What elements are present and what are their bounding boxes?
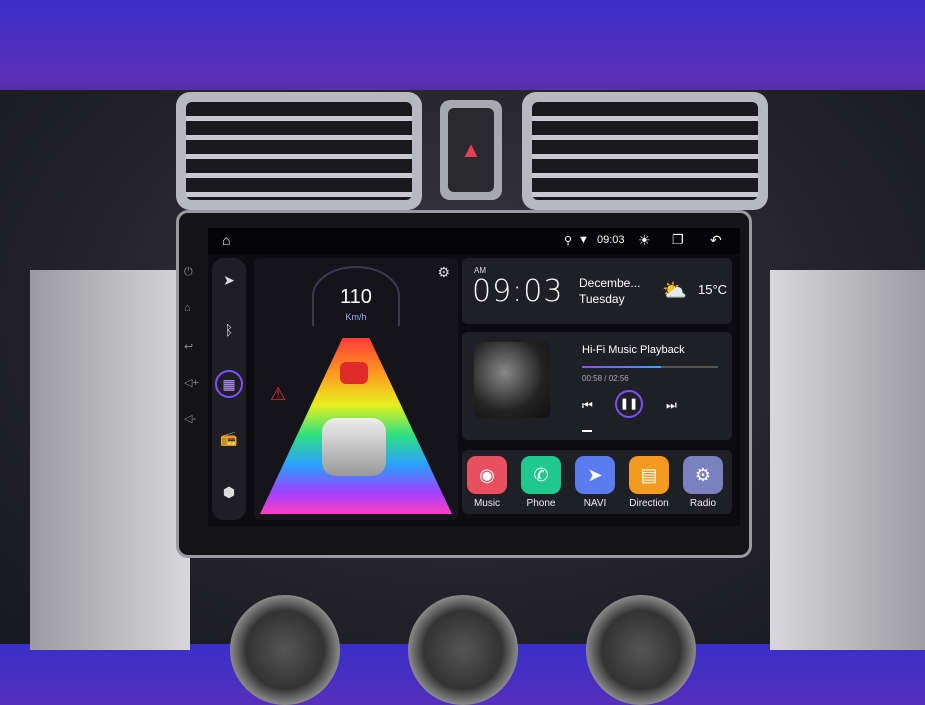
folder-icon: ▤ [629, 456, 669, 494]
wifi-icon: ▼ [578, 234, 589, 246]
elapsed-time: 00:58 [582, 374, 603, 383]
navigation-icon[interactable]: ➤ [212, 272, 246, 289]
brightness-icon[interactable]: ☀ [638, 232, 651, 249]
volume-down-icon[interactable]: ◁- [184, 412, 196, 425]
speed-unit: Km/h [345, 312, 367, 322]
navigation-icon: ➤ [575, 456, 615, 494]
apps-icon[interactable]: ▦ [215, 370, 243, 398]
left-knob[interactable] [230, 595, 340, 705]
app-music[interactable]: ◉ Music [465, 456, 509, 509]
speed-value: 110 [340, 286, 372, 308]
clock-time: 09:03 [472, 274, 564, 309]
record-icon: ◉ [467, 456, 507, 494]
previous-icon[interactable]: ⏮ [582, 398, 593, 413]
album-art[interactable] [474, 342, 550, 418]
screen: ⌂ ⚲ ▼ 09:03 ☀ ❐ ↶ ➤ ᛒ ▦ 📻 ⬢ 110 Km/h ⚙ ⚠… [208, 228, 740, 526]
right-trim [770, 270, 925, 650]
app-radio[interactable]: ⚙ Radio [681, 456, 725, 509]
status-time: 09:03 [597, 234, 625, 246]
total-time: 02:56 [608, 374, 629, 383]
date: Decembe... [579, 276, 641, 290]
temperature: 15°C [698, 282, 728, 297]
left-trim [30, 270, 190, 650]
speedometer-card: 110 Km/h ⚙ ⚠ [254, 258, 458, 520]
phone-icon: ✆ [521, 456, 561, 494]
settings-icon[interactable]: ⬢ [212, 484, 246, 501]
left-air-vent [176, 92, 422, 210]
clock-weather-card: AM 09:03 Decembe... Tuesday ⛅ 15°C [462, 258, 732, 324]
radio-icon[interactable]: 📻 [212, 430, 246, 447]
music-card: Hi-Fi Music Playback 00:58 / 02:56 ⏮ ❚❚ … [462, 332, 732, 440]
app-navi[interactable]: ➤ NAVI [573, 456, 617, 509]
own-car-icon [322, 418, 386, 476]
page-indicator [582, 430, 592, 432]
hazard-icon: ▲ [448, 108, 494, 192]
time-readout: 00:58 / 02:56 [582, 374, 629, 383]
hazard-button[interactable]: ▲ [440, 100, 502, 200]
track-title: Hi-Fi Music Playback [582, 344, 685, 356]
right-air-vent [522, 92, 768, 210]
status-bar: ⌂ ⚲ ▼ 09:03 ☀ ❐ ↶ [208, 228, 740, 254]
volume-up-icon[interactable]: ◁+ [184, 376, 199, 389]
app-phone[interactable]: ✆ Phone [519, 456, 563, 509]
partly-cloudy-icon: ⛅ [662, 280, 687, 302]
center-knob[interactable] [408, 595, 518, 705]
home-icon[interactable]: ⌂ [184, 302, 191, 314]
warning-icon: ⚠ [270, 384, 287, 404]
app-dock: ◉ Music ✆ Phone ➤ NAVI ▤ Direction ⚙ Radio [462, 450, 732, 514]
pause-button[interactable]: ❚❚ [615, 390, 643, 418]
next-icon[interactable]: ⏭ [666, 398, 677, 413]
recent-apps-icon[interactable]: ❐ [672, 232, 684, 248]
weekday: Tuesday [579, 292, 625, 306]
bluetooth-icon[interactable]: ᛒ [212, 322, 246, 338]
app-direction[interactable]: ▤ Direction [627, 456, 671, 509]
home-icon[interactable]: ⌂ [222, 232, 230, 248]
progress-bar[interactable] [582, 366, 718, 368]
sidebar: ➤ ᛒ ▦ 📻 ⬢ [212, 258, 246, 520]
location-icon: ⚲ [564, 235, 573, 247]
back-icon[interactable]: ↶ [710, 232, 722, 249]
right-knob[interactable] [586, 595, 696, 705]
power-icon[interactable]: ⏻ [184, 266, 193, 279]
car-ahead-icon [340, 362, 368, 384]
radio-icon: ⚙ [683, 456, 723, 494]
back-icon[interactable]: ↩ [184, 340, 193, 353]
settings-icon[interactable]: ⚙ [437, 264, 450, 281]
